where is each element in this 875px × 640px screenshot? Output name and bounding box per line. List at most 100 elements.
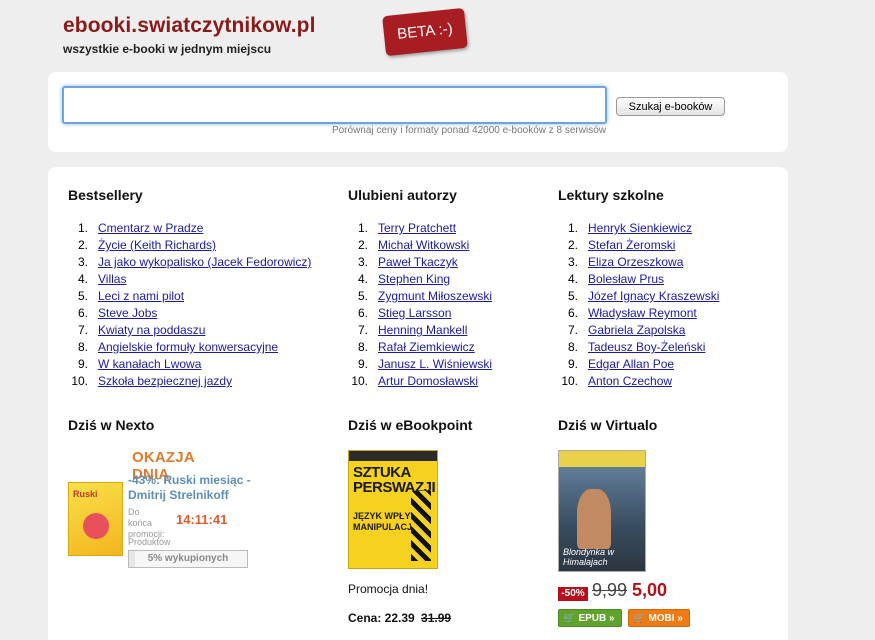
site-tagline: wszystkie e-booki w jednym miejscu — [63, 42, 272, 56]
list-item: 2. Michał Witkowski — [348, 237, 492, 254]
list-item-number: 1. — [357, 221, 368, 235]
list-item-link[interactable]: Cmentarz w Pradze — [98, 221, 203, 235]
list-item-link[interactable]: Stieg Larsson — [378, 306, 451, 320]
list-item-link[interactable]: Eliza Orzeszkowa — [588, 255, 683, 269]
list-item-number: 2. — [567, 238, 578, 252]
list-item-link[interactable]: Bolesław Prus — [588, 272, 664, 286]
list-item-number: 2. — [357, 238, 368, 252]
list-item: 4. Stephen King — [348, 271, 492, 288]
search-button[interactable]: Szukaj e-booków — [616, 97, 725, 116]
list-item-link[interactable]: Gabriela Zapolska — [588, 323, 685, 337]
list-item-link[interactable]: Henryk Sienkiewicz — [588, 221, 692, 235]
list-item-number: 6. — [567, 306, 578, 320]
list-item-link[interactable]: Angielskie formuły konwersacyjne — [98, 340, 278, 354]
list-item-link[interactable]: Henning Mankell — [378, 323, 467, 337]
list-item-link[interactable]: Steve Jobs — [98, 306, 157, 320]
list-item: 8. Tadeusz Boy-Żeleński — [558, 339, 719, 356]
list-item: 3. Ja jako wykopalisko (Jacek Fedorowicz) — [68, 254, 311, 271]
epub-label: EPUB » — [578, 613, 615, 624]
list-item-link[interactable]: Terry Pratchett — [378, 221, 456, 235]
list-item: 10. Anton Czechow — [558, 373, 719, 390]
list-item-link[interactable]: Życie (Keith Richards) — [98, 238, 216, 252]
list-item-number: 3. — [357, 255, 368, 269]
list-item-number: 2. — [77, 238, 88, 252]
list-item-link[interactable]: Janusz L. Wiśniewski — [378, 357, 492, 371]
nexto-heading: Dziś w Nexto — [68, 417, 155, 433]
list-item: 9. W kanałach Lwowa — [68, 356, 311, 373]
list-item-number: 8. — [567, 340, 578, 354]
list-item: 8. Angielskie formuły konwersacyjne — [68, 339, 311, 356]
list-item-link[interactable]: Villas — [98, 272, 126, 286]
authors-list: 1. Terry Pratchett 2. Michał Witkowski 3. Paw… — [348, 220, 492, 390]
list-item: 1. Terry Pratchett — [348, 220, 492, 237]
list-item-link[interactable]: Ja jako wykopalisko (Jacek Fedorowicz) — [98, 255, 311, 269]
list-item-link[interactable]: Paweł Tkaczyk — [378, 255, 458, 269]
list-item-number: 5. — [77, 289, 88, 303]
list-item-link[interactable]: Edgar Allan Poe — [588, 357, 674, 371]
list-item-number: 5. — [357, 289, 368, 303]
virtualo-heading: Dziś w Virtualo — [558, 417, 658, 433]
list-item: 1. Henryk Sienkiewicz — [558, 220, 719, 237]
list-item-link[interactable]: Anton Czechow — [588, 374, 672, 388]
list-item-link[interactable]: Artur Domosławski — [378, 374, 478, 388]
nexto-book-cover[interactable]: Ruski — [68, 482, 123, 556]
list-item: 8. Rafał Ziemkiewicz — [348, 339, 492, 356]
new-price: 5,00 — [632, 580, 668, 600]
nexto-section: Dziś w Nexto OKAZJA DNIA Ruski -43%: Rus… — [68, 417, 251, 568]
list-item-link[interactable]: Stephen King — [378, 272, 450, 286]
cart-icon: 🛒 — [563, 613, 576, 624]
list-item-number: 9. — [357, 357, 368, 371]
list-item-link[interactable]: Tadeusz Boy-Żeleński — [588, 340, 705, 354]
list-item-link[interactable]: Władysław Reymont — [588, 306, 697, 320]
list-item: 3. Eliza Orzeszkowa — [558, 254, 719, 271]
list-item-number: 5. — [567, 289, 578, 303]
list-item-link[interactable]: Józef Ignacy Kraszewski — [588, 289, 719, 303]
list-item-number: 7. — [77, 323, 88, 337]
cover-photo — [577, 489, 611, 549]
list-item: 5. Zygmunt Miłoszewski — [348, 288, 492, 305]
ebookpoint-book-cover[interactable]: SZTUKA PERSWAZJI JĘZYK WPŁYWU I MANIPULA… — [348, 450, 438, 569]
authors-heading: Ulubieni autorzy — [348, 187, 457, 203]
list-item-link[interactable]: Michał Witkowski — [378, 238, 469, 252]
list-item: 6. Steve Jobs — [68, 305, 311, 322]
discount-badge: -50% — [558, 587, 588, 601]
beta-badge: BETA :-) — [382, 7, 468, 57]
cover-figure — [411, 491, 431, 561]
virtualo-section: Dziś w Virtualo Blondynka w Himalajach -… — [558, 417, 690, 627]
list-item-link[interactable]: Szkoła bezpiecznej jazdy — [98, 374, 232, 388]
list-item-number: 1. — [567, 221, 578, 235]
bestsellers-heading: Bestsellery — [68, 187, 143, 203]
nexto-book-title[interactable]: -43%: Ruski miesiąc - Dmitrij Strelnikof… — [128, 473, 258, 503]
list-item: 5. Leci z nami pilot — [68, 288, 311, 305]
list-item: 10. Artur Domosławski — [348, 373, 492, 390]
mobi-button[interactable]: 🛒 MOBI » — [628, 609, 690, 627]
list-item-number: 8. — [77, 340, 88, 354]
list-item-number: 3. — [77, 255, 88, 269]
search-input[interactable] — [62, 86, 607, 124]
list-item-number: 9. — [567, 357, 578, 371]
list-item-link[interactable]: Stefan Żeromski — [588, 238, 675, 252]
school-section: Lektury szkolne 1. Henryk Sienkiewicz 2. St… — [558, 187, 719, 390]
list-item: 2. Stefan Żeromski — [558, 237, 719, 254]
list-item-number: 7. — [567, 323, 578, 337]
list-item-number: 6. — [77, 306, 88, 320]
list-item: 3. Paweł Tkaczyk — [348, 254, 492, 271]
list-item: 7. Gabriela Zapolska — [558, 322, 719, 339]
list-item: 4. Villas — [68, 271, 311, 288]
list-item-link[interactable]: Kwiaty na poddaszu — [98, 323, 205, 337]
search-hint: Porównaj ceny i formaty ponad 42000 e-bo… — [331, 125, 606, 136]
sold-progress-text: 5% wykupionych — [147, 553, 229, 564]
list-item-link[interactable]: Zygmunt Miłoszewski — [378, 289, 492, 303]
virtualo-book-cover[interactable]: Blondynka w Himalajach — [558, 450, 646, 572]
cover-title: Blondynka w Himalajach — [563, 547, 615, 567]
list-item-link[interactable]: Rafał Ziemkiewicz — [378, 340, 475, 354]
bestsellers-list: 1. Cmentarz w Pradze 2. Życie (Keith Richar… — [68, 220, 311, 390]
site-title[interactable]: ebooki.swiatczytnikow.pl — [63, 14, 316, 38]
ebookpoint-price: Cena: 22.39 31.99 — [348, 611, 451, 625]
list-item-number: 4. — [77, 272, 88, 286]
list-item: 6. Stieg Larsson — [348, 305, 492, 322]
epub-button[interactable]: 🛒 EPUB » — [558, 609, 622, 627]
list-item-link[interactable]: Leci z nami pilot — [98, 289, 184, 303]
list-item-link[interactable]: W kanałach Lwowa — [98, 357, 201, 371]
list-item-number: 10. — [351, 374, 368, 388]
